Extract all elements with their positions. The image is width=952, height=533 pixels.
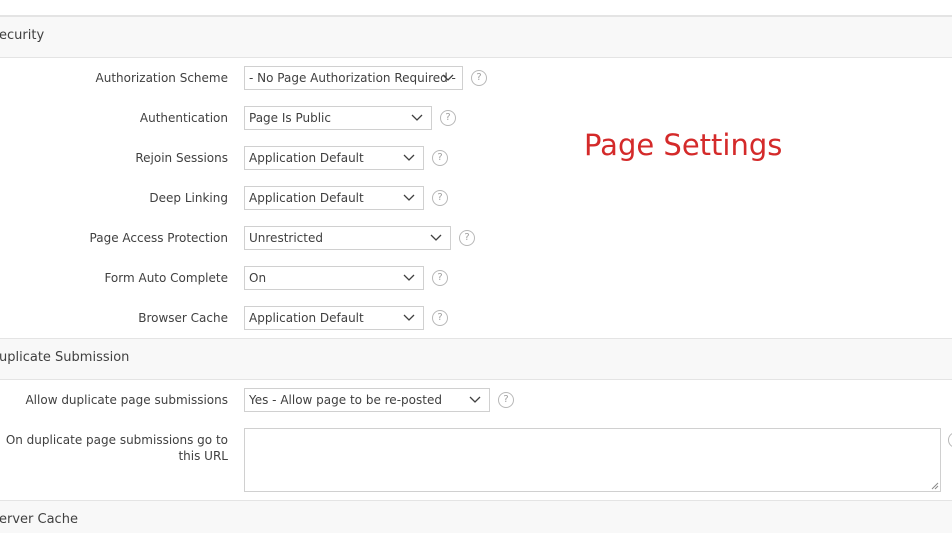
chevron-down-icon (403, 314, 415, 321)
allow-duplicate-label: Allow duplicate page submissions (25, 393, 228, 407)
section-header-duplicate-submission[interactable]: uplicate Submission (0, 338, 952, 380)
help-icon[interactable]: ? (440, 110, 456, 126)
help-icon[interactable]: ? (432, 270, 448, 286)
allow-duplicate-select[interactable]: Yes - Allow page to be re-posted (244, 388, 490, 412)
form-auto-complete-select[interactable]: On (244, 266, 424, 290)
help-icon[interactable]: ? (432, 190, 448, 206)
browser-cache-select[interactable]: Application Default (244, 306, 424, 330)
browser-cache-label: Browser Cache (138, 311, 228, 325)
deep-linking-select[interactable]: Application Default (244, 186, 424, 210)
section-title-server-cache: erver Cache (0, 512, 78, 527)
allow-duplicate-value: Yes - Allow page to be re-posted (249, 393, 442, 407)
chevron-down-icon (442, 74, 454, 81)
help-icon[interactable]: ? (498, 392, 514, 408)
help-icon[interactable]: ? (471, 70, 487, 86)
help-icon[interactable]: ? (432, 150, 448, 166)
form-auto-complete-value: On (249, 271, 267, 285)
page-access-protection-select[interactable]: Unrestricted (244, 226, 451, 250)
page-access-protection-value: Unrestricted (249, 231, 323, 245)
rejoin-sessions-select[interactable]: Application Default (244, 146, 424, 170)
form-auto-complete-label: Form Auto Complete (104, 271, 228, 285)
help-icon[interactable]: ? (432, 310, 448, 326)
page-access-protection-label: Page Access Protection (89, 231, 228, 245)
section-title-duplicate-submission: uplicate Submission (0, 350, 130, 365)
authorization-scheme-value: - No Page Authorization Required - (249, 71, 456, 85)
rejoin-sessions-value: Application Default (249, 151, 364, 165)
chevron-down-icon (469, 396, 481, 403)
chevron-down-icon (403, 194, 415, 201)
duplicate-url-textarea[interactable] (244, 428, 941, 492)
deep-linking-label: Deep Linking (149, 191, 228, 205)
section-header-security[interactable]: ecurity (0, 16, 952, 58)
chevron-down-icon (403, 154, 415, 161)
section-header-server-cache[interactable]: erver Cache (0, 500, 952, 533)
duplicate-url-label: On duplicate page submissions go to this… (5, 433, 228, 463)
authentication-value: Page Is Public (249, 111, 331, 125)
help-icon[interactable]: ? (948, 432, 952, 448)
deep-linking-value: Application Default (249, 191, 364, 205)
authorization-scheme-select[interactable]: - No Page Authorization Required - (244, 66, 463, 90)
authentication-select[interactable]: Page Is Public (244, 106, 432, 130)
rejoin-sessions-label: Rejoin Sessions (135, 151, 228, 165)
top-strip (0, 0, 952, 16)
page-settings-overlay-title: Page Settings (584, 128, 783, 162)
authentication-label: Authentication (139, 111, 228, 125)
chevron-down-icon (430, 234, 442, 241)
section-title-security: ecurity (0, 28, 45, 43)
chevron-down-icon (411, 114, 423, 121)
authorization-scheme-label: Authorization Scheme (95, 71, 228, 85)
browser-cache-value: Application Default (249, 311, 364, 325)
help-icon[interactable]: ? (459, 230, 475, 246)
resize-grip-icon[interactable] (931, 482, 939, 490)
chevron-down-icon (403, 274, 415, 281)
